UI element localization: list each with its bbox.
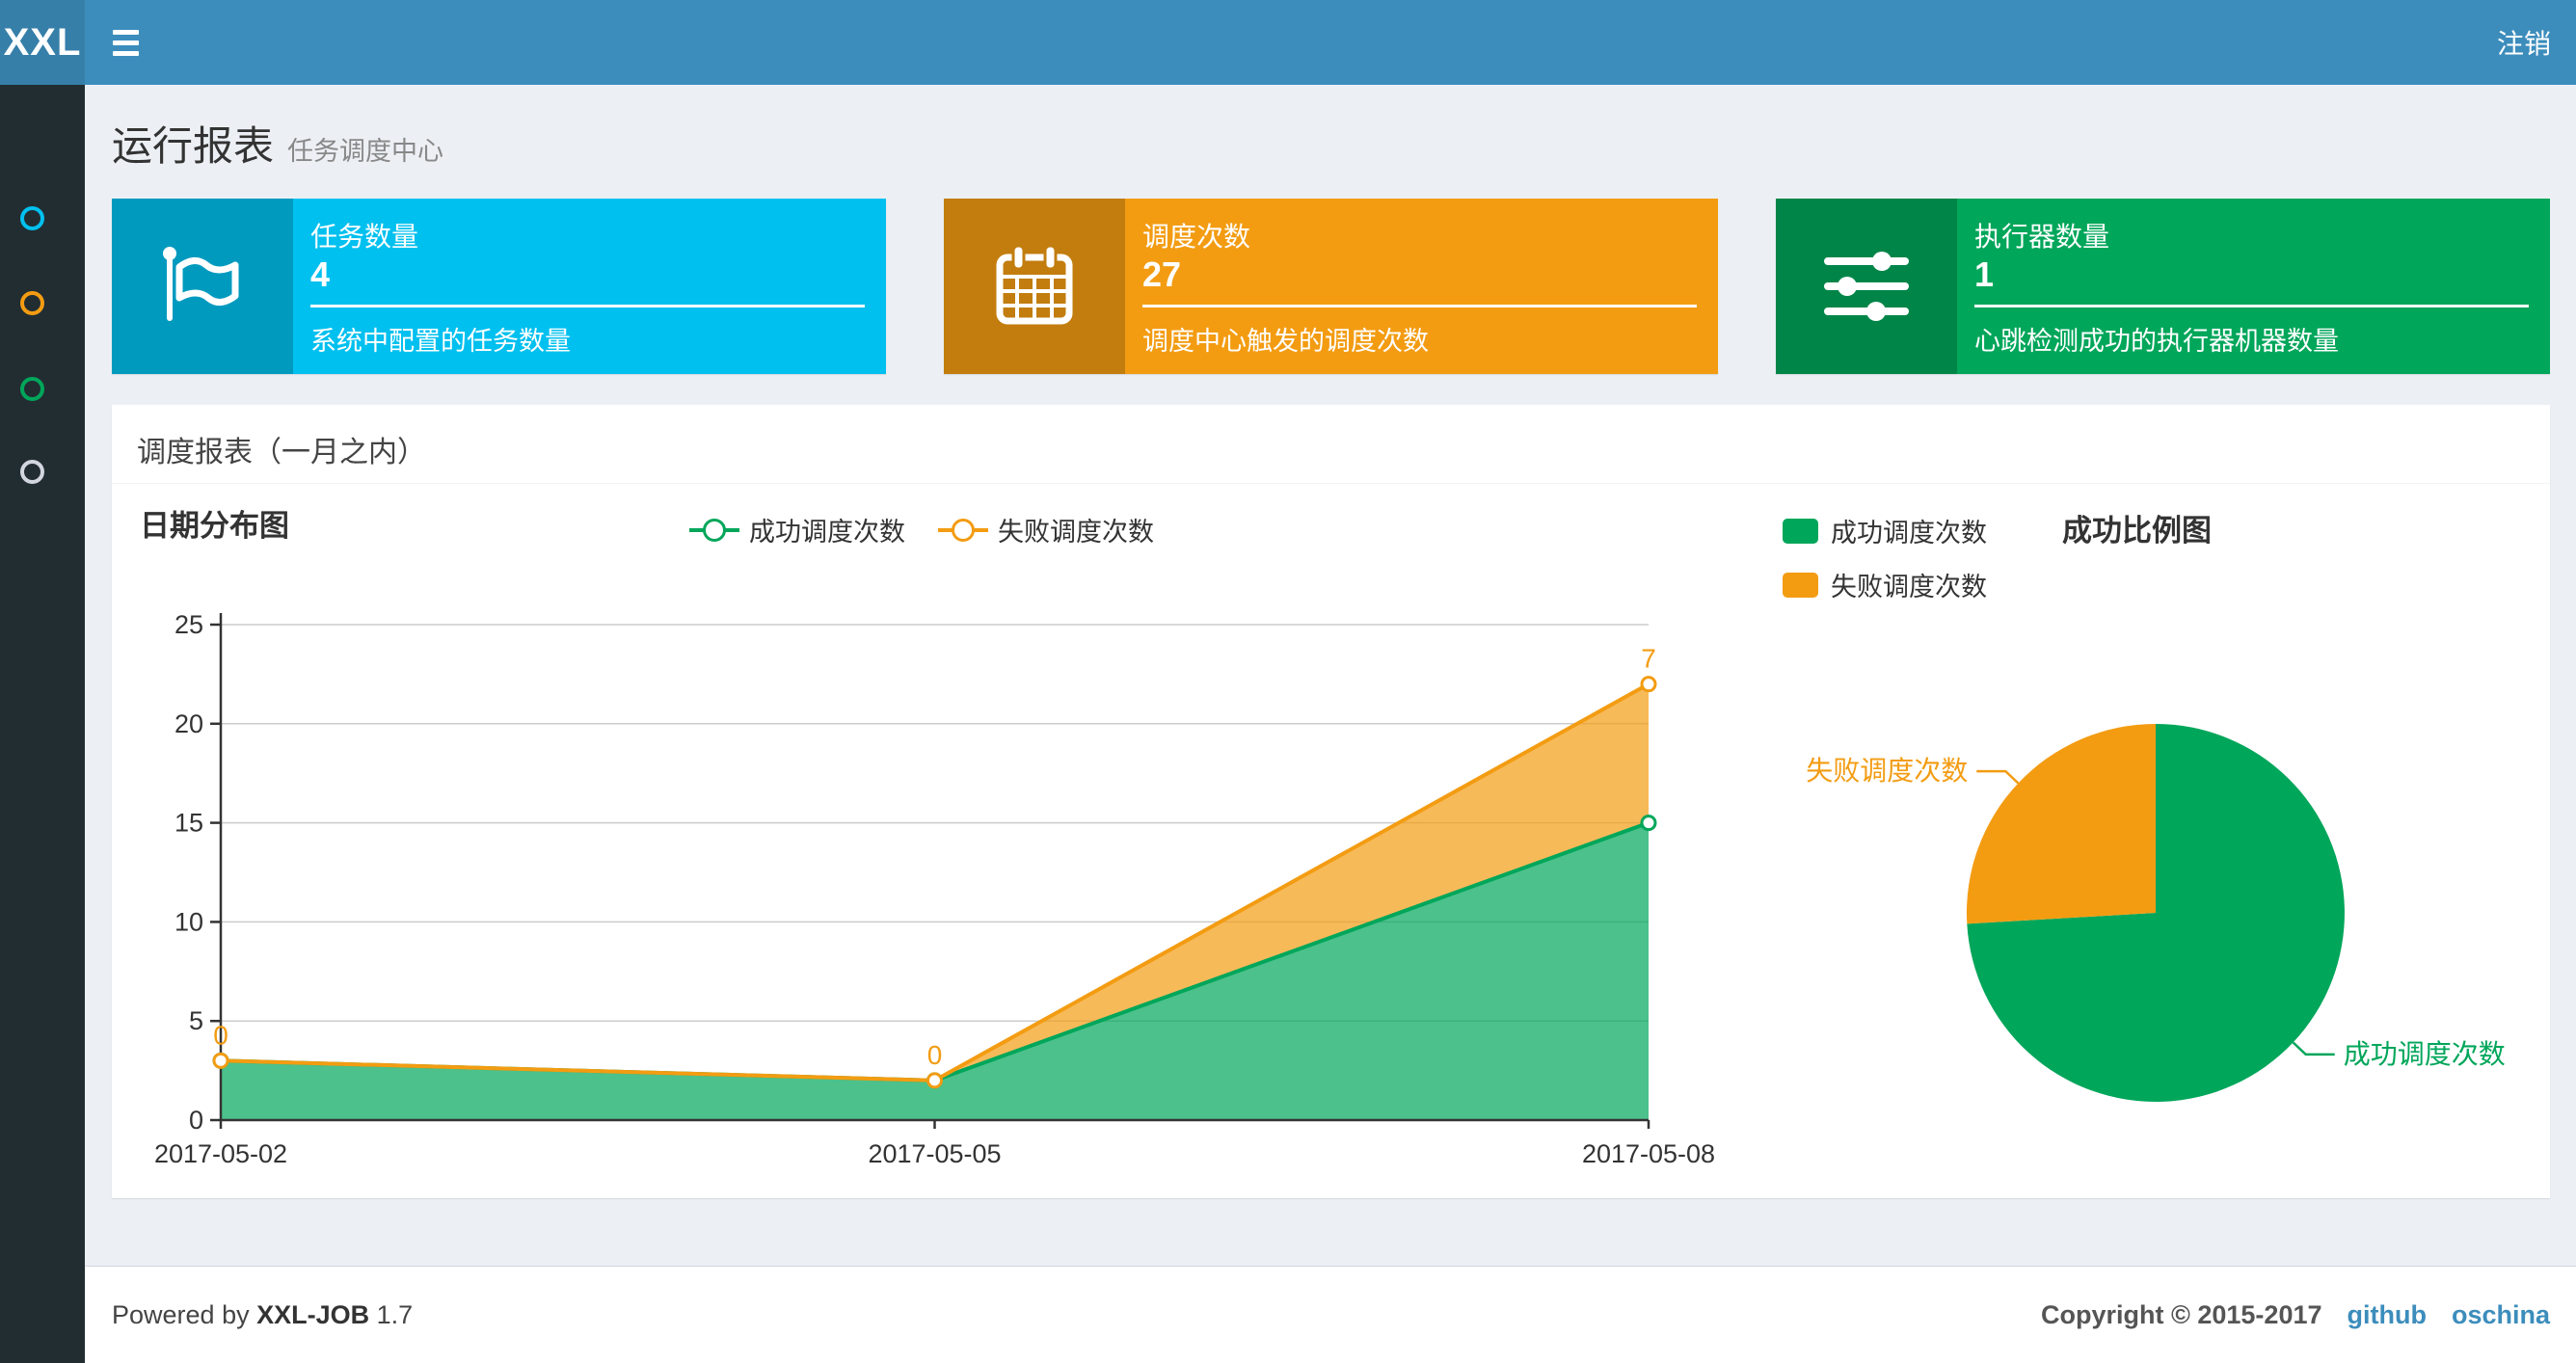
svg-text:2017-05-08: 2017-05-08 <box>1582 1139 1715 1168</box>
report-panel: 调度报表（一月之内） 日期分布图 成功调度次数 失败调度次数 0 5 10 15 20 2… <box>112 405 2550 1198</box>
svg-text:失败调度次数: 失败调度次数 <box>1806 756 1968 786</box>
date-distribution-area-chart: 05101520252017-05-02 2017-05-05 2017-05-08… <box>154 610 1715 1168</box>
pie-chart-title: 成功比例图 <box>2062 514 2212 548</box>
sidebar-item-3[interactable] <box>0 355 85 422</box>
github-link[interactable]: github <box>2348 1300 2427 1330</box>
sidebar-item-2[interactable] <box>0 269 85 336</box>
circle-icon <box>20 205 44 230</box>
oschina-link[interactable]: oschina <box>2452 1300 2550 1330</box>
top-navbar: XXL 注销 <box>0 0 2576 85</box>
stat-card-1: 任务数量 4 系统中配置的任务数量 <box>112 199 886 374</box>
stat-card-description: 心跳检测成功的执行器机器数量 <box>1974 327 2339 356</box>
copyright-text: Copyright © 2015-2017 <box>2040 1299 2322 1329</box>
sidebar-toggle-button[interactable] <box>96 0 154 85</box>
stat-card-value: 27 <box>1142 254 1182 294</box>
svg-text:0: 0 <box>189 1106 203 1135</box>
svg-text:15: 15 <box>174 809 203 838</box>
app-logo[interactable]: XXL <box>0 0 85 85</box>
stat-card-value: 1 <box>1974 254 1995 294</box>
stat-card-title: 调度次数 <box>1142 222 1251 252</box>
sidebar-item-1[interactable] <box>0 184 85 252</box>
sliders-icon <box>1776 199 1957 374</box>
svg-text:0: 0 <box>213 1020 228 1050</box>
panel-title: 调度报表（一月之内） <box>137 437 426 468</box>
svg-text:2017-05-02: 2017-05-02 <box>154 1139 287 1168</box>
legend-item-success[interactable]: 成功调度次数 <box>1783 512 1987 549</box>
divider <box>1142 305 1697 307</box>
stat-card-title: 任务数量 <box>310 222 419 252</box>
circle-icon <box>20 459 44 484</box>
stat-card-description: 系统中配置的任务数量 <box>310 327 571 356</box>
stat-card-2: 调度次数 27 调度中心触发的调度次数 <box>944 199 1718 374</box>
stat-card-value: 4 <box>310 254 331 294</box>
legend-label: 成功调度次数 <box>1831 519 1987 548</box>
app-root: XXL 注销 运行报表 任务调度中心 任务数量 4 系统中配置的任务数量 调度次… <box>0 0 2576 1363</box>
svg-text:2017-05-05: 2017-05-05 <box>868 1139 1001 1168</box>
logo-text: XXL <box>3 20 82 64</box>
main-footer: Powered by XXL-JOB 1.7 Copyright © 2015-… <box>85 1266 2576 1363</box>
stat-card-3: 执行器数量 1 心跳检测成功的执行器机器数量 <box>1776 199 2550 374</box>
logout-link[interactable]: 注销 <box>2497 0 2551 85</box>
sidebar-item-4[interactable] <box>0 438 85 505</box>
swatch-icon <box>1783 572 1818 598</box>
legend-item-fail[interactable]: 失败调度次数 <box>1783 566 1987 603</box>
svg-text:0: 0 <box>927 1040 943 1070</box>
sidebar <box>0 85 85 1363</box>
content-header: 运行报表 任务调度中心 <box>112 114 443 173</box>
stat-card-title: 执行器数量 <box>1974 222 2110 252</box>
flag-icon <box>112 199 293 374</box>
svg-text:5: 5 <box>189 1006 203 1035</box>
divider <box>1974 305 2529 307</box>
calendar-icon <box>944 199 1125 374</box>
stat-card-description: 调度中心触发的调度次数 <box>1142 327 1429 356</box>
swatch-icon <box>1783 518 1818 544</box>
divider <box>310 305 865 307</box>
legend-label: 失败调度次数 <box>1831 573 1987 601</box>
svg-text:成功调度次数: 成功调度次数 <box>2344 1039 2506 1069</box>
hamburger-icon <box>112 29 139 35</box>
page-title: 运行报表 <box>112 123 275 169</box>
circle-icon <box>20 290 44 315</box>
powered-by-text: Powered by XXL-JOB 1.7 <box>112 1299 414 1329</box>
svg-text:7: 7 <box>1641 644 1656 674</box>
pie-chart-legend: 成功调度次数 失败调度次数 <box>1783 512 1987 603</box>
success-ratio-pie-chart: 成功调度次数 失败调度次数 <box>1806 724 2506 1102</box>
circle-icon <box>20 376 44 401</box>
svg-text:10: 10 <box>174 907 203 936</box>
page-subtitle: 任务调度中心 <box>287 137 444 166</box>
svg-text:20: 20 <box>174 709 203 738</box>
brand-name: XXL-JOB <box>256 1299 370 1329</box>
panel-header: 调度报表（一月之内） <box>112 405 2550 484</box>
svg-text:25: 25 <box>174 610 203 639</box>
